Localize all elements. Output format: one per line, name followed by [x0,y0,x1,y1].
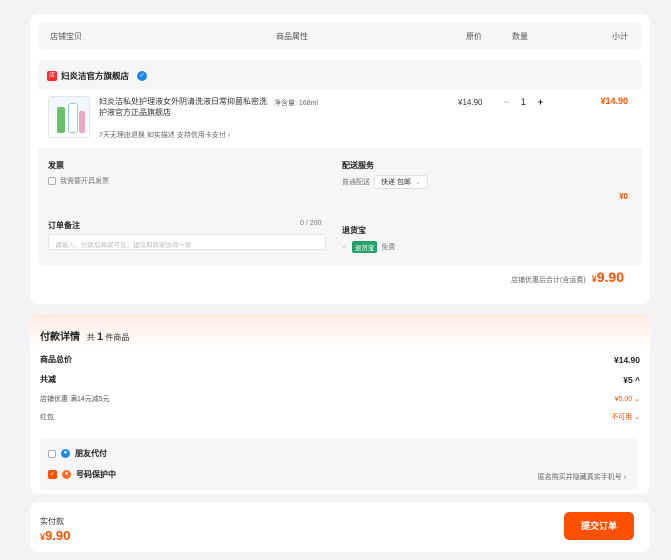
product-service-tags[interactable]: 7天无理由退换 如实描述 支持信用卡支付 › [99,130,230,140]
check-icon: ✓ [342,244,348,251]
submit-bar: 实付款 ¥9.90 提交订单 [30,502,650,552]
return-insurance-row: ✓ 退货宝 免费 [342,241,395,253]
discount-label: 共减 [40,375,56,384]
friend-pay-checkbox[interactable] [48,449,56,458]
return-insurance-label: 退货宝 [342,226,366,235]
col-price: 原价 [466,32,482,41]
shipping-select[interactable]: 快递 包邮 ⌄ [374,175,428,189]
order-card: 店铺宝贝 商品属性 原价 数量 小计 店 妇炎洁官方旗舰店 ✓ 妇炎洁私处护理液… [30,14,650,304]
col-qty: 数量 [512,32,528,41]
redpacket-value[interactable]: 不可用 ⌄ [611,412,640,422]
shop-section: 店 妇炎洁官方旗舰店 ✓ 妇炎洁私处护理液女外阴清洗液日常抑菌私密洗护液官方正品… [38,60,642,266]
shop-logo-icon: 店 [47,71,57,81]
extra-services: ● 朋友代付 ✓ ● 号码保护中 匿名购买并隐藏真实手机号 › [40,438,638,490]
product-title[interactable]: 妇炎洁私处护理液女外阴清洗液日常抑菌私密洗护液官方正品旗舰店 [99,96,274,118]
col-shop: 店铺宝贝 [50,32,82,41]
friend-pay-label: 朋友代付 [75,449,107,458]
number-protect-checkbox[interactable]: ✓ [48,470,57,479]
product-row: 妇炎洁私处护理液女外阴清洗液日常抑菌私密洗护液官方正品旗舰店 7天无理由退换 如… [38,90,642,148]
return-insurance-status: 免费 [381,244,396,251]
shop-header[interactable]: 店 妇炎洁官方旗舰店 ✓ [47,70,148,82]
discount-value[interactable]: ¥5 ^ [623,375,640,385]
verified-icon: ✓ [137,71,148,81]
product-subtotal: ¥14.90 [600,96,628,106]
invoice-label: 发票 [48,161,64,170]
number-protect-option[interactable]: ✓ ● 号码保护中 [48,469,116,480]
chevron-down-icon: ⌄ [414,179,421,186]
payment-title: 付款详情 共 1 件商品 [40,328,129,343]
shop-name[interactable]: 妇炎洁官方旗舰店 [61,70,129,82]
shipping-row: 普通配送 快递 包邮 ⌄ [342,175,428,189]
shop-discount-row[interactable]: 店铺优惠 满14元减5元 ¥5.00 ⌄ [40,394,640,404]
actual-pay-label: 实付款 [40,517,64,526]
shipping-type: 普通配送 [342,179,370,186]
friend-pay-icon: ● [61,449,70,458]
product-spec: 净含量: 168ml [274,100,318,107]
number-protect-note[interactable]: 匿名购买并隐藏真实手机号 › [538,472,626,482]
product-thumbnail[interactable] [48,96,90,138]
redpacket-label: 红包 [40,414,54,421]
decrease-button[interactable]: − [498,97,515,107]
quantity-value[interactable]: 1 [515,97,532,107]
shipping-selected: 快递 包邮 [381,179,411,186]
product-price: ¥14.90 [458,98,483,107]
memo-count: 0 / 200 [300,220,322,227]
goods-total-label: 商品总价 [40,355,72,364]
friend-pay-option[interactable]: ● 朋友代付 [48,448,107,459]
col-subtotal: 小计 [612,32,628,41]
payment-title-text: 付款详情 [40,332,80,343]
invoice-option-label: 我需要开具发票 [60,178,109,185]
actual-pay-value: 9.90 [45,528,71,543]
item-count: 共 1 件商品 [86,331,130,343]
shop-total-amount: ¥9.90 [592,269,624,285]
memo-input[interactable]: 请输入，付款后商家可见，建议和商家协商一致 [48,234,326,250]
discount-row[interactable]: 共减 ¥5 ^ [40,374,640,385]
goods-total-value: ¥14.90 [614,354,640,365]
col-attr: 商品属性 [276,32,308,41]
shop-discount-value[interactable]: ¥5.00 ⌄ [615,395,640,403]
invoice-option[interactable]: 我需要开具发票 [48,176,109,186]
order-table-header: 店铺宝贝 商品属性 原价 数量 小计 [38,22,642,49]
shipping-fee: ¥0 [619,192,628,201]
payment-card: 付款详情 共 1 件商品 商品总价 ¥14.90 共减 ¥5 ^ 店铺优惠 满1… [30,314,650,494]
number-protect-label: 号码保护中 [76,470,116,479]
shop-total-value: 9.90 [596,269,624,285]
return-insurance-badge: 退货宝 [351,241,378,253]
shield-icon: ● [62,470,71,479]
item-count-value: 1 [97,331,104,343]
shop-discount-label: 店铺优惠 满14元减5元 [40,396,110,403]
actual-pay-amount: ¥9.90 [40,528,70,543]
redpacket-row[interactable]: 红包 不可用 ⌄ [40,412,640,422]
item-count-prefix: 共 [86,333,95,342]
item-count-suffix: 件商品 [105,333,130,342]
quantity-stepper: − 1 + [498,94,550,110]
shop-total-label: 店铺优惠后合计(含运费) [511,277,586,284]
shipping-label: 配送服务 [342,161,374,170]
invoice-checkbox[interactable] [48,177,56,185]
memo-label: 订单备注 [48,221,80,230]
shop-total: 店铺优惠后合计(含运费) ¥9.90 [511,269,624,285]
goods-total-row: 商品总价 ¥14.90 [40,354,640,365]
increase-button[interactable]: + [532,97,549,107]
submit-order-button[interactable]: 提交订单 [564,512,634,540]
